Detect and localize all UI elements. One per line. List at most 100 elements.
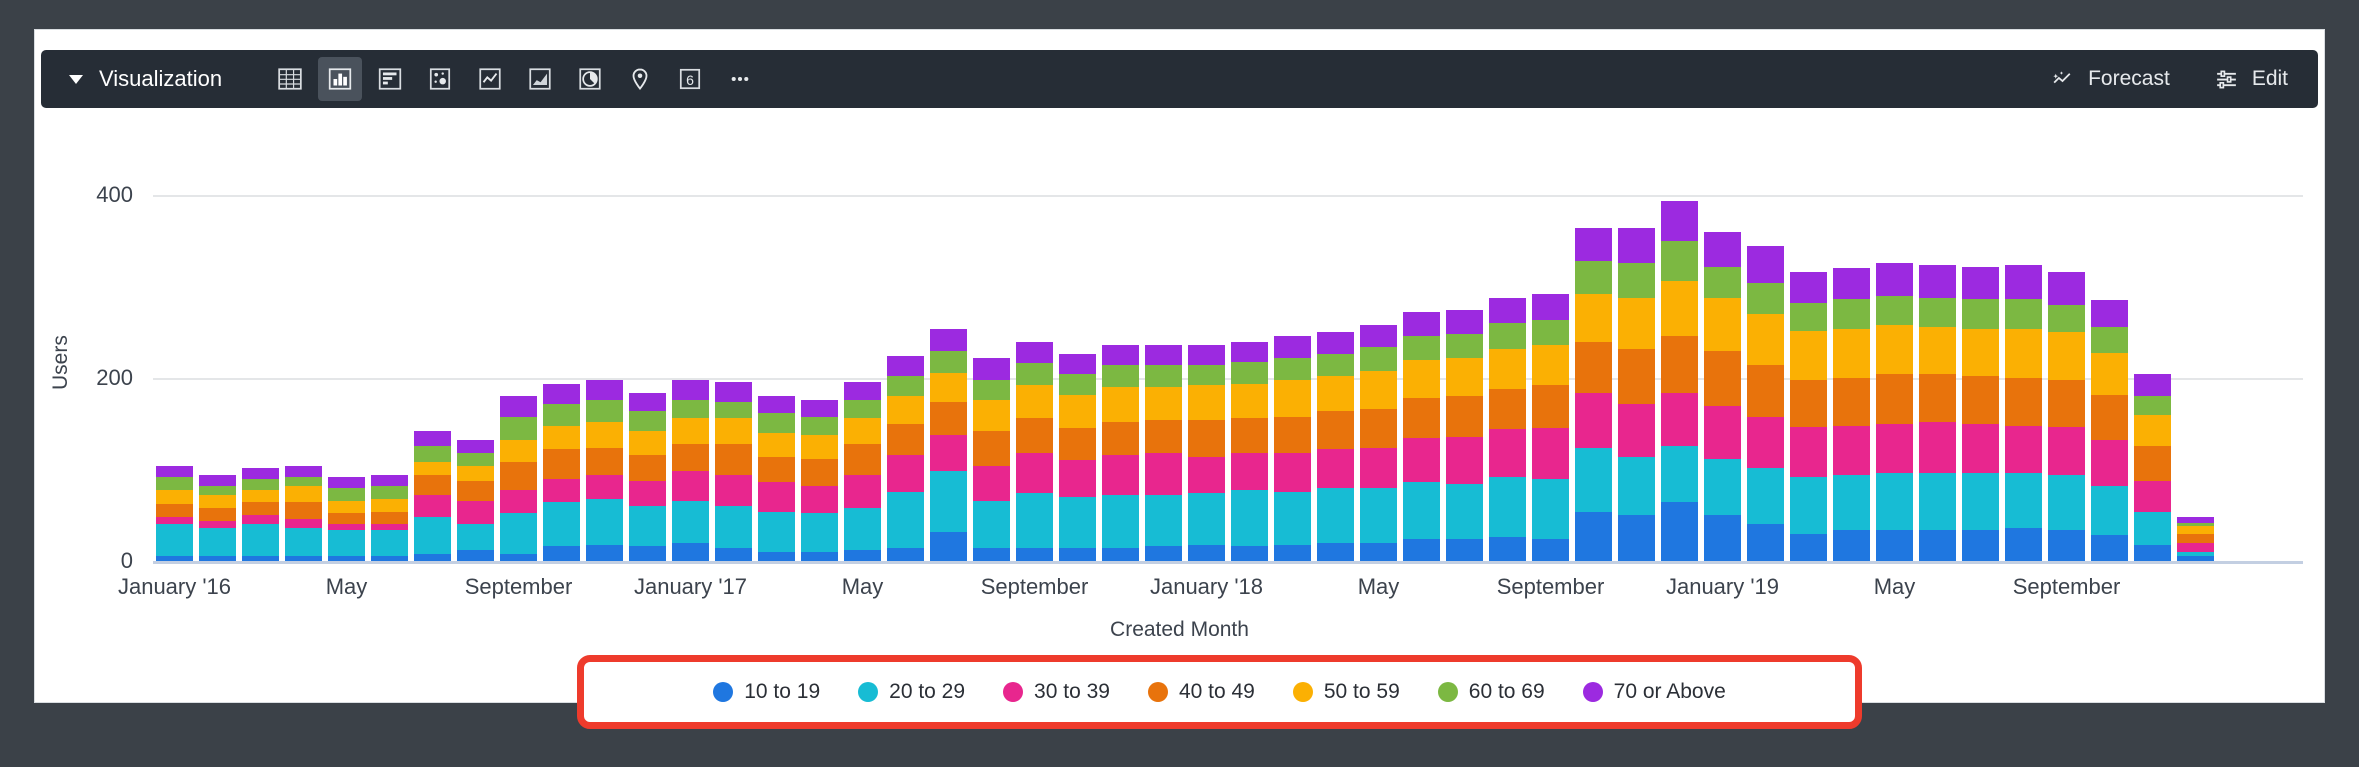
bar-segment[interactable] <box>1101 365 1140 388</box>
bar-segment[interactable] <box>1445 358 1484 397</box>
bar-segment[interactable] <box>1144 546 1183 561</box>
bar-segment[interactable] <box>1402 312 1441 337</box>
bar-segment[interactable] <box>843 418 882 444</box>
bar[interactable] <box>327 476 366 561</box>
bar-segment[interactable] <box>2133 374 2172 397</box>
bar-segment[interactable] <box>714 418 753 444</box>
bar-segment[interactable] <box>628 506 667 547</box>
bar[interactable] <box>1316 332 1355 561</box>
bar-segment[interactable] <box>671 379 710 401</box>
bar-segment[interactable] <box>800 486 839 514</box>
bar-segment[interactable] <box>1746 246 1785 284</box>
bar[interactable] <box>1058 354 1097 561</box>
bar-segment[interactable] <box>1832 299 1871 329</box>
bar-segment[interactable] <box>1230 418 1269 454</box>
bar-segment[interactable] <box>1316 542 1355 561</box>
bar[interactable] <box>1746 246 1785 561</box>
bar-segment[interactable] <box>1574 511 1613 561</box>
bar-segment[interactable] <box>1660 502 1699 561</box>
bar-segment[interactable] <box>198 528 237 556</box>
bar-segment[interactable] <box>800 513 839 552</box>
bar-segment[interactable] <box>499 553 538 561</box>
bar-segment[interactable] <box>1531 294 1570 320</box>
bar-segment[interactable] <box>198 507 237 521</box>
bar-segment[interactable] <box>2090 299 2129 327</box>
bar-segment[interactable] <box>757 511 796 552</box>
bar-segment[interactable] <box>327 555 366 561</box>
bar[interactable] <box>1875 262 1914 561</box>
bar-segment[interactable] <box>886 423 925 455</box>
bar[interactable] <box>1574 228 1613 561</box>
bar-segment[interactable] <box>1230 383 1269 419</box>
bar-segment[interactable] <box>542 383 581 404</box>
bar[interactable] <box>2090 299 2129 561</box>
bar-segment[interactable] <box>1531 319 1570 346</box>
bar-segment[interactable] <box>1445 484 1484 540</box>
bar-segment[interactable] <box>1832 475 1871 530</box>
bar-segment[interactable] <box>370 475 409 487</box>
bar-segment[interactable] <box>714 475 753 507</box>
bar-segment[interactable] <box>413 475 452 496</box>
legend-item[interactable]: 20 to 29 <box>858 680 965 704</box>
bar-segment[interactable] <box>284 502 323 519</box>
bar[interactable] <box>800 400 839 561</box>
bar-segment[interactable] <box>499 462 538 490</box>
bar-segment[interactable] <box>1832 328 1871 379</box>
bar-segment[interactable] <box>1316 487 1355 543</box>
bar-segment[interactable] <box>2047 332 2086 380</box>
bar-segment[interactable] <box>2090 440 2129 487</box>
bar-segment[interactable] <box>1488 323 1527 349</box>
bar-segment[interactable] <box>198 495 237 508</box>
bar-segment[interactable] <box>413 495 452 518</box>
bar-segment[interactable] <box>800 434 839 459</box>
scatter-plot-icon[interactable] <box>418 57 462 101</box>
bar-segment[interactable] <box>2133 511 2172 545</box>
bar-segment[interactable] <box>1789 330 1828 380</box>
bar-segment[interactable] <box>413 517 452 554</box>
bar-segment[interactable] <box>1015 363 1054 386</box>
bar-segment[interactable] <box>2176 542 2215 552</box>
bar-segment[interactable] <box>1961 529 2000 561</box>
bar-segment[interactable] <box>1660 336 1699 393</box>
bar-segment[interactable] <box>929 350 968 373</box>
bar-segment[interactable] <box>1875 529 1914 561</box>
bar-segment[interactable] <box>1789 427 1828 477</box>
bar-segment[interactable] <box>714 381 753 402</box>
bar-segment[interactable] <box>1703 350 1742 406</box>
bar-segment[interactable] <box>2090 486 2129 536</box>
bar-segment[interactable] <box>2004 425 2043 474</box>
bar-segment[interactable] <box>1359 487 1398 543</box>
bar[interactable] <box>2047 272 2086 561</box>
bar-segment[interactable] <box>1230 489 1269 547</box>
bar-segment[interactable] <box>1961 423 2000 474</box>
legend-item[interactable]: 30 to 39 <box>1003 680 1110 704</box>
bar-segment[interactable] <box>800 400 839 417</box>
bar-segment[interactable] <box>413 445 452 463</box>
bar-segment[interactable] <box>757 551 796 561</box>
bar[interactable] <box>155 465 194 561</box>
bar-segment[interactable] <box>1015 453 1054 494</box>
bar-segment[interactable] <box>499 489 538 514</box>
bar-chart-icon[interactable] <box>368 57 412 101</box>
bar-segment[interactable] <box>1144 387 1183 421</box>
bar[interactable] <box>1832 268 1871 561</box>
bar-segment[interactable] <box>1445 310 1484 335</box>
forecast-button[interactable]: Forecast <box>2050 67 2170 92</box>
bar-segment[interactable] <box>1230 453 1269 490</box>
bar[interactable] <box>413 431 452 561</box>
bar-segment[interactable] <box>929 372 968 402</box>
bar[interactable] <box>499 396 538 561</box>
bar-segment[interactable] <box>1574 228 1613 262</box>
bar-segment[interactable] <box>972 379 1011 401</box>
bar-segment[interactable] <box>499 416 538 441</box>
bar-segment[interactable] <box>327 500 366 514</box>
bar-segment[interactable] <box>1703 458 1742 516</box>
bar-segment[interactable] <box>757 482 796 512</box>
bar-segment[interactable] <box>241 555 280 561</box>
bar[interactable] <box>1918 264 1957 561</box>
bar-segment[interactable] <box>671 542 710 561</box>
bar[interactable] <box>585 379 624 561</box>
bar-segment[interactable] <box>1574 341 1613 393</box>
bar-segment[interactable] <box>241 467 280 479</box>
bar-segment[interactable] <box>1617 297 1656 349</box>
